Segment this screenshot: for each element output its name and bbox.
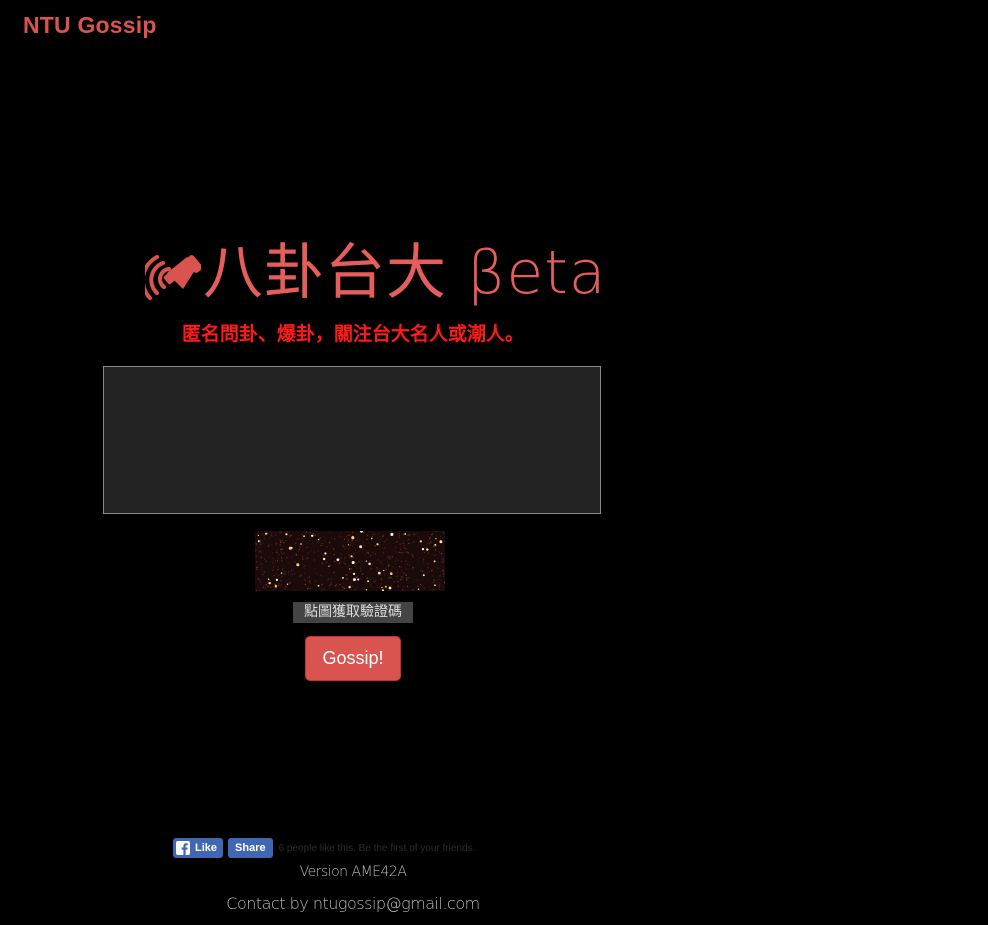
facebook-social-bar: Like Share 6 people like this. Be the fi… bbox=[173, 838, 475, 858]
contact-line: Contact by ntugossip@gmail.com bbox=[103, 894, 603, 913]
page-title: 八卦台大 βeta bbox=[203, 238, 607, 308]
captcha-image[interactable] bbox=[255, 531, 445, 591]
contact-email-link[interactable]: ntugossip@gmail.com bbox=[313, 894, 480, 913]
megaphone-icon bbox=[145, 255, 201, 300]
page-subtitle: 匿名問卦、爆卦，關注台大名人或潮人。 bbox=[181, 324, 524, 345]
gossip-textarea[interactable] bbox=[103, 366, 601, 514]
gossip-submit-button[interactable]: Gossip! bbox=[305, 636, 401, 681]
get-captcha-button[interactable]: 點圖獲取驗證碼 bbox=[293, 602, 413, 623]
facebook-share-button[interactable]: Share bbox=[228, 838, 273, 858]
facebook-like-count-text: 6 people like this. Be the first of your… bbox=[278, 842, 476, 854]
brand-link[interactable]: NTU Gossip bbox=[23, 12, 157, 39]
facebook-like-button[interactable]: Like bbox=[173, 838, 224, 858]
page-title-row: 八卦台大 βeta bbox=[145, 236, 607, 310]
facebook-share-label: Share bbox=[235, 842, 266, 854]
contact-prefix: Contact by bbox=[226, 894, 309, 913]
facebook-icon bbox=[176, 841, 190, 855]
version-text: Version AME42A bbox=[299, 864, 407, 880]
facebook-like-label: Like bbox=[195, 842, 218, 854]
